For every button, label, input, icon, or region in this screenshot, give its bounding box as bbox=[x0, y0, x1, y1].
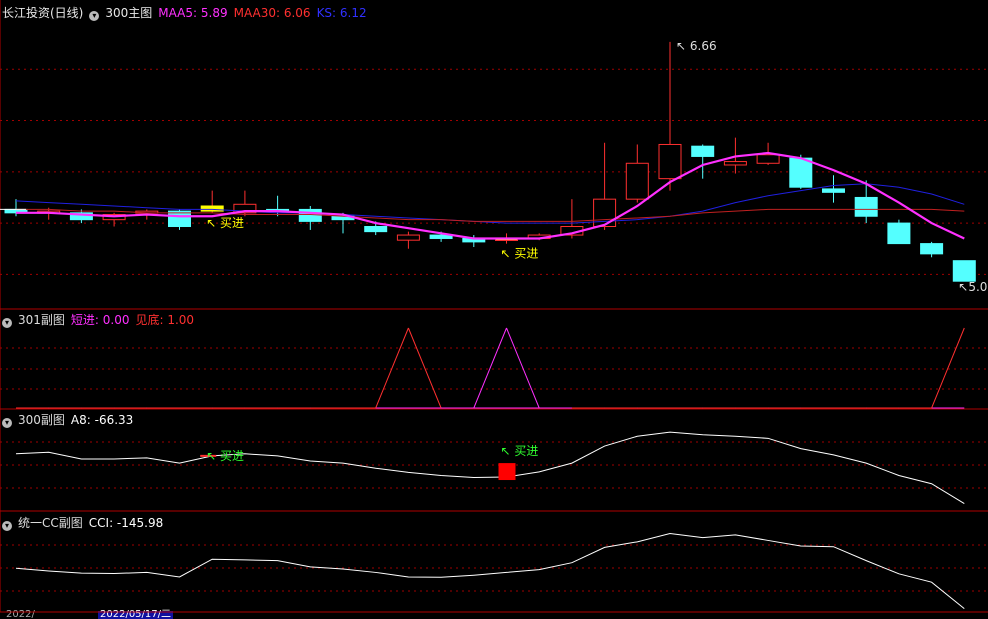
buy-signal-label: ↖ 买进 bbox=[501, 247, 539, 261]
candle-body bbox=[854, 196, 878, 217]
maa5-line bbox=[16, 151, 965, 240]
high-price-label: ↖ 6.66 bbox=[676, 39, 717, 53]
candle-body bbox=[756, 154, 780, 164]
candle-body bbox=[396, 234, 420, 241]
candle-body bbox=[593, 198, 617, 228]
bottom-signal-segment bbox=[375, 327, 409, 409]
buy-marker-bar bbox=[498, 463, 516, 481]
candle-body bbox=[952, 260, 976, 282]
bottom-signal-segment bbox=[931, 327, 965, 409]
candle-body bbox=[200, 205, 224, 212]
candle-body bbox=[168, 210, 191, 228]
candle-body bbox=[723, 161, 747, 166]
bottom-signal-segment bbox=[473, 327, 507, 409]
candle-body bbox=[822, 188, 845, 193]
candle-body bbox=[789, 157, 813, 188]
bottom-signal-segment bbox=[407, 327, 442, 409]
candle-body bbox=[920, 243, 944, 255]
buy-signal-label: ↖ 买进 bbox=[501, 444, 539, 458]
candle-body bbox=[364, 226, 388, 233]
chart-window: { "header": { "stock": "长江投资(日线)", "main… bbox=[0, 0, 988, 619]
buy-signal-label: ↖ 买进 bbox=[206, 449, 244, 463]
chart-svg[interactable]: ↖ 6.66 ↖5.0 ↖ 买进 ↖ 买进 ↖ 买进 ↖ 买进 bbox=[0, 0, 988, 619]
candle-body bbox=[625, 162, 649, 200]
candle-body bbox=[691, 145, 715, 157]
candle-body bbox=[658, 143, 682, 180]
bottom-signal-segment bbox=[506, 327, 540, 409]
buy-signal-label: ↖ 买进 bbox=[206, 216, 244, 230]
a8-line bbox=[15, 431, 965, 504]
candle-body bbox=[887, 222, 911, 245]
low-price-label: ↖5.0 bbox=[958, 280, 987, 294]
